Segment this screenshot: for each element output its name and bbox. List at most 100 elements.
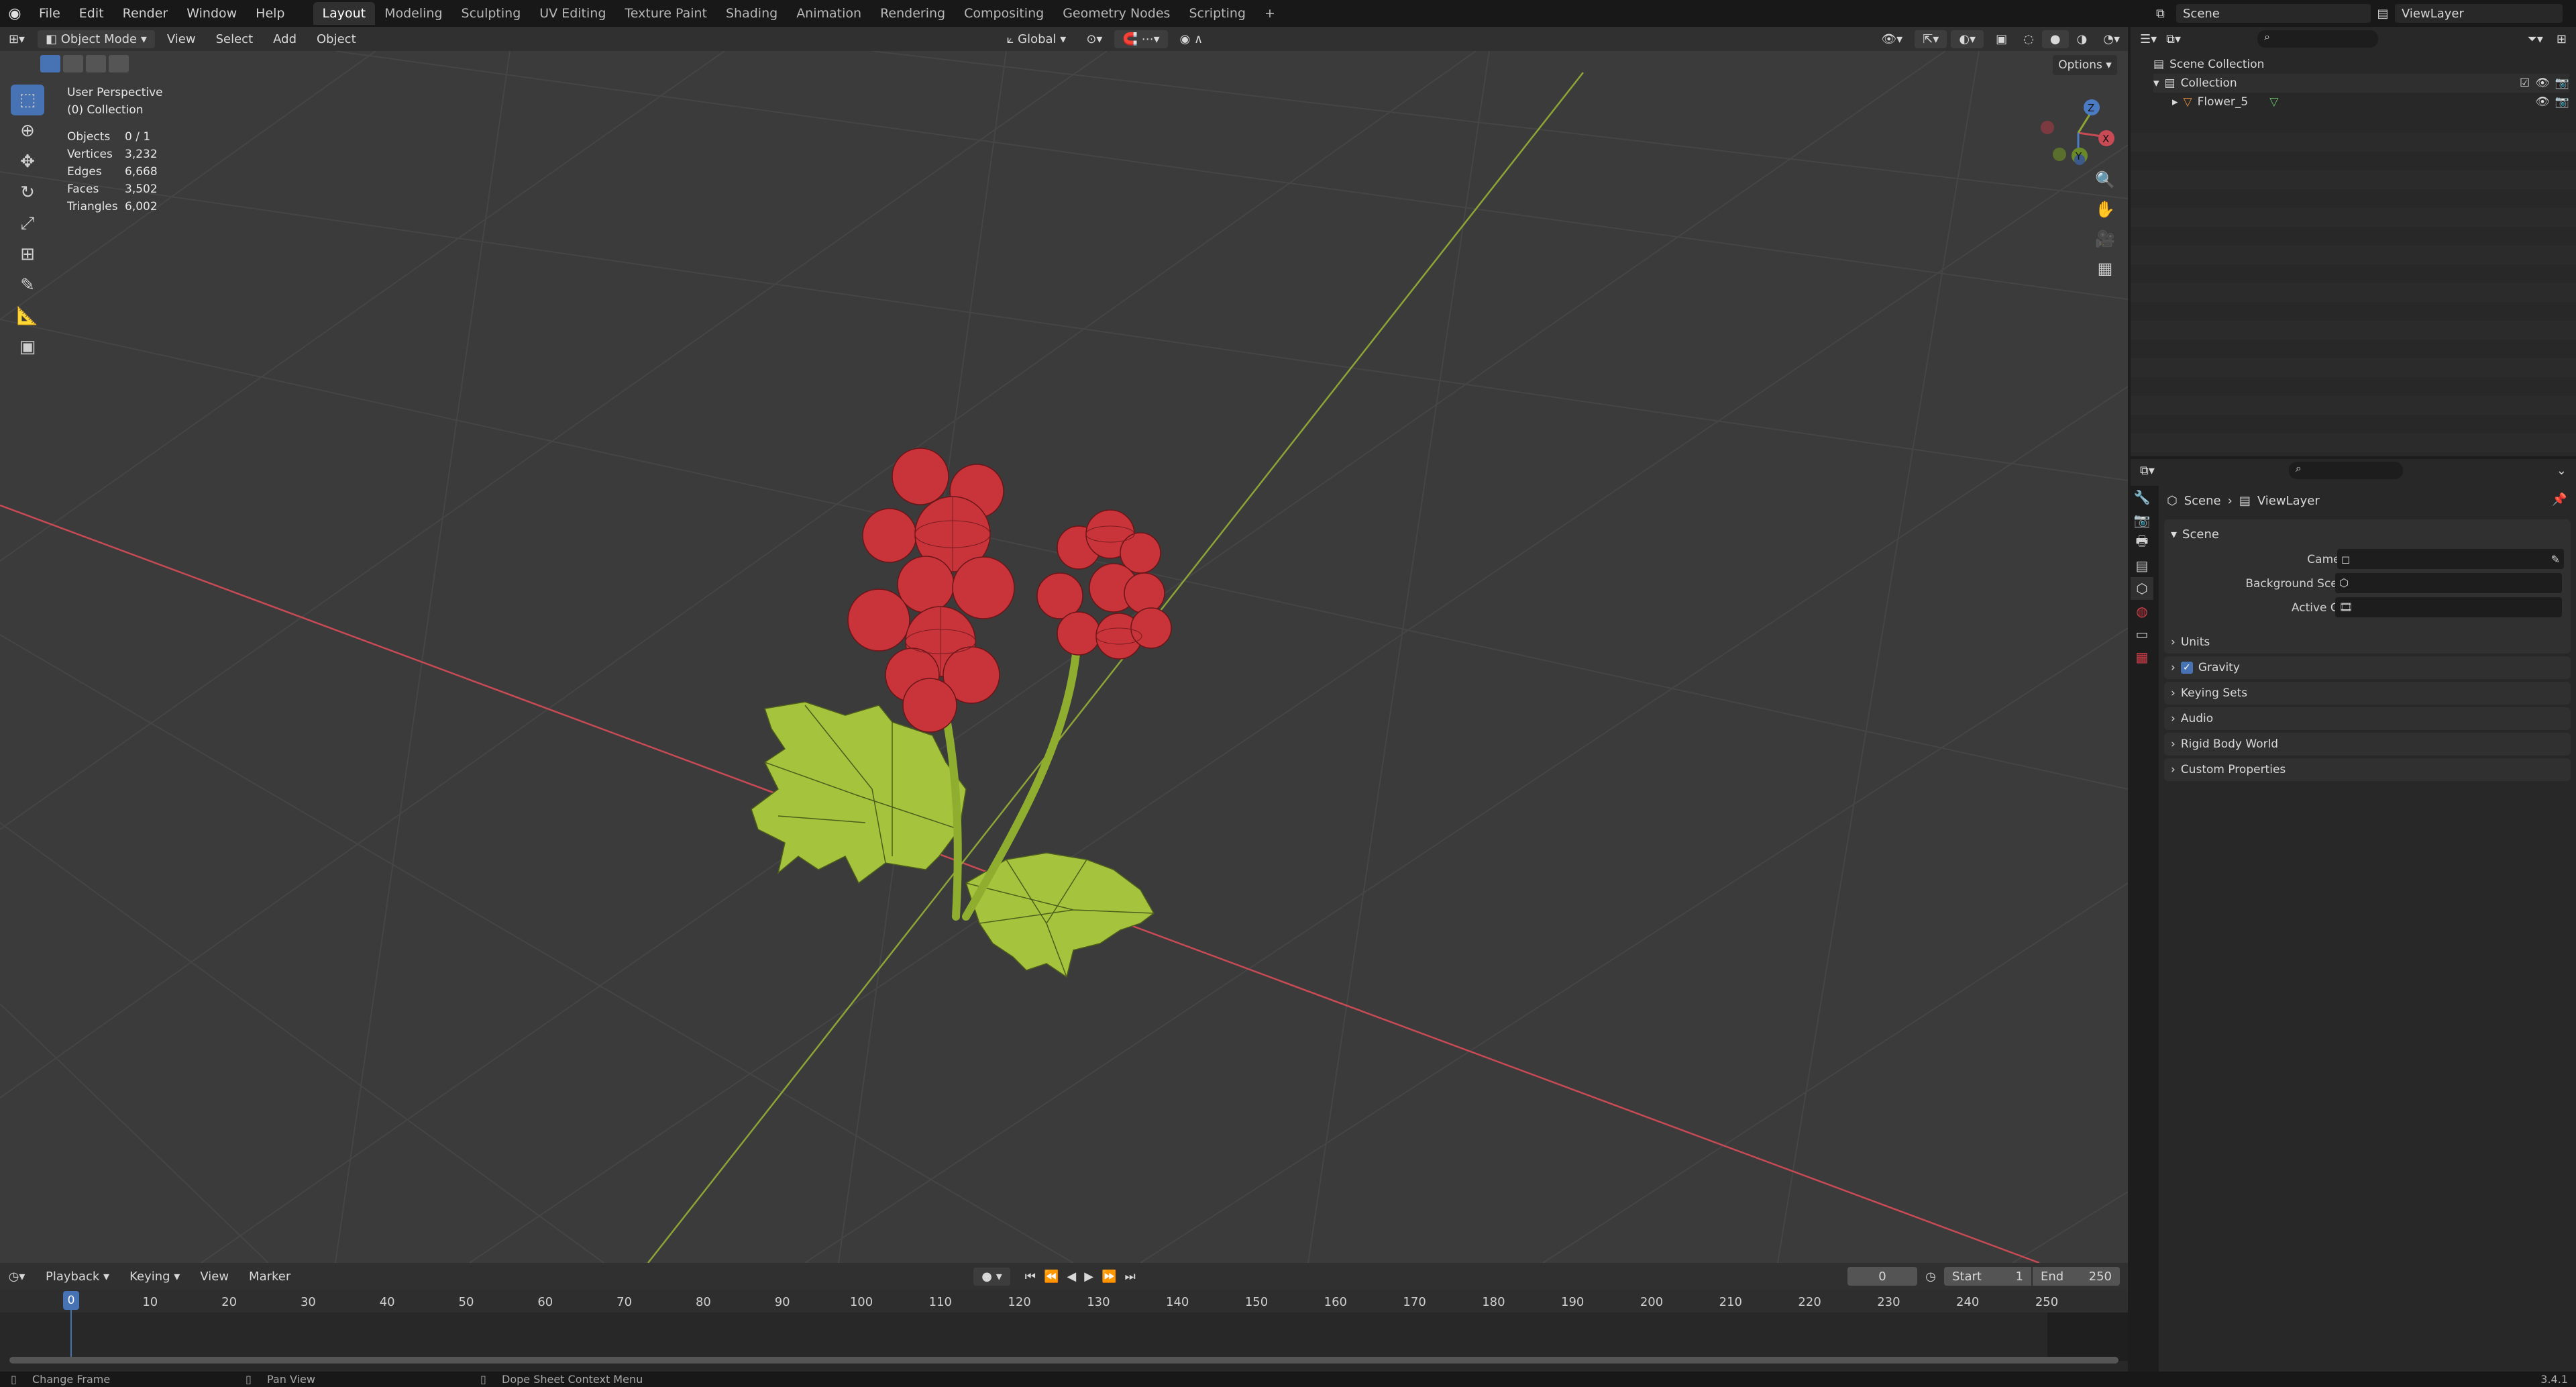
shading-material-icon[interactable]: ◑ — [2069, 30, 2096, 48]
tab-compositing[interactable]: Compositing — [955, 2, 1053, 25]
menu-keying[interactable]: Keying ▾ — [121, 1268, 188, 1286]
frame-ruler[interactable]: 10 20 30 40 50 60 70 80 90 100 110 120 130 140 150 160 1… — [0, 1290, 2128, 1313]
render-tab-icon[interactable]: 📷 — [2131, 509, 2153, 531]
select-extend-icon[interactable] — [63, 55, 83, 72]
gravity-checkbox[interactable]: ✓ — [2180, 662, 2193, 674]
zoom-icon[interactable]: 🔍 — [2090, 165, 2120, 195]
properties-search-input[interactable]: ⌕ — [2288, 462, 2403, 479]
scene-panel-header[interactable]: ▾ Scene — [2171, 522, 2219, 546]
timeline-scrollbar[interactable] — [9, 1357, 2118, 1364]
record-icon[interactable]: ● ▾ — [973, 1267, 1010, 1286]
camera-view-icon[interactable]: 🎥 — [2090, 224, 2120, 254]
view-layer-tab-icon[interactable]: ▤ — [2131, 554, 2153, 577]
menu-view[interactable]: View — [159, 30, 204, 48]
section-audio[interactable]: › Audio — [2164, 707, 2571, 730]
menu-playback[interactable]: Playback ▾ — [38, 1268, 117, 1286]
menu-timeline-view[interactable]: View — [192, 1268, 237, 1286]
rotate-tool-icon[interactable]: ↻ — [11, 177, 44, 208]
move-tool-icon[interactable]: ✥ — [11, 146, 44, 177]
section-gravity[interactable]: › ✓ Gravity — [2164, 656, 2571, 679]
menu-marker[interactable]: Marker — [241, 1268, 299, 1286]
snap-icon[interactable]: 🧲 ⋯▾ — [1114, 30, 1168, 48]
clock-icon[interactable]: ◷ — [1917, 1270, 1944, 1284]
jump-keyframe-forward-icon[interactable]: ⏩ — [1097, 1268, 1120, 1286]
gizmo-toggle-icon[interactable]: ⇱▾ — [1915, 30, 1947, 48]
output-tab-icon[interactable]: 🖶 — [2131, 531, 2153, 554]
outliner-row-flower[interactable]: ▸ ▽ Flower_5 ▽ 👁 📷 — [2153, 93, 2569, 111]
select-subtract-icon[interactable] — [86, 55, 106, 72]
eyedropper-icon[interactable]: ✎ — [2551, 553, 2560, 566]
proportional-edit-icon[interactable]: ◉ ∧ — [1172, 30, 1212, 48]
outliner-row-scene-collection[interactable]: ▤ Scene Collection — [2153, 55, 2264, 74]
jump-keyframe-back-icon[interactable]: ⏪ — [1040, 1268, 1063, 1286]
play-reverse-icon[interactable]: ◀ — [1063, 1268, 1080, 1286]
properties-editor-type-icon[interactable]: ⧉▾ — [2140, 464, 2155, 478]
jump-start-icon[interactable]: ⏮ — [1021, 1268, 1040, 1286]
collection-tab-icon[interactable]: ▭ — [2131, 623, 2153, 646]
menu-window[interactable]: Window — [177, 6, 246, 21]
visibility-icon[interactable]: 👁▾ — [1873, 30, 1911, 48]
blender-logo-icon[interactable]: ◉ — [0, 5, 30, 22]
scene-selector[interactable]: Scene — [2176, 4, 2371, 23]
ortho-grid-icon[interactable]: ▦ — [2090, 254, 2120, 283]
current-frame-field[interactable]: 0 — [1847, 1267, 1917, 1286]
menu-render[interactable]: Render — [113, 6, 178, 21]
pivot-icon[interactable]: ⊙▾ — [1078, 30, 1110, 48]
expand-icon[interactable]: ▾ — [2153, 76, 2159, 90]
shading-solid-icon[interactable]: ● — [2041, 30, 2069, 48]
checkbox-icon[interactable]: ☑ — [2520, 76, 2530, 90]
measure-tool-icon[interactable]: 📐 — [11, 301, 44, 331]
section-custom-properties[interactable]: › Custom Properties — [2164, 758, 2571, 781]
view-layer-selector[interactable]: ViewLayer — [2395, 4, 2563, 23]
overlay-toggle-icon[interactable]: ◐▾ — [1951, 30, 1984, 48]
active-clip-field[interactable]: 🎞 — [2335, 597, 2562, 617]
outliner-editor-type-icon[interactable]: ☰▾ — [2140, 32, 2157, 46]
tab-shading[interactable]: Shading — [716, 2, 787, 25]
tab-modeling[interactable]: Modeling — [375, 2, 451, 25]
end-frame-field[interactable]: End 250 — [2033, 1267, 2120, 1286]
flower-model[interactable] — [751, 448, 1172, 978]
navigation-gizmo[interactable]: X Z Y — [2026, 85, 2127, 172]
pan-hand-icon[interactable]: ✋ — [2090, 195, 2120, 224]
menu-select[interactable]: Select — [208, 30, 262, 48]
tab-sculpting[interactable]: Sculpting — [452, 2, 531, 25]
selection-mode-buttons[interactable] — [40, 55, 134, 72]
start-frame-field[interactable]: Start 1 — [1944, 1267, 2031, 1286]
tab-uv-editing[interactable]: UV Editing — [530, 2, 615, 25]
section-units[interactable]: › Units — [2164, 631, 2571, 654]
display-mode-icon[interactable]: ⧉▾ — [2166, 32, 2181, 46]
world-tab-icon[interactable]: ◍ — [2131, 600, 2153, 623]
select-intersect-icon[interactable] — [109, 55, 129, 72]
menu-add[interactable]: Add — [265, 30, 305, 48]
add-cube-tool-icon[interactable]: ▣ — [11, 331, 44, 362]
tab-rendering[interactable]: Rendering — [871, 2, 955, 25]
play-icon[interactable]: ▶ — [1080, 1268, 1097, 1286]
tab-geometry-nodes[interactable]: Geometry Nodes — [1053, 2, 1179, 25]
select-new-icon[interactable] — [40, 55, 60, 72]
filter-icon[interactable]: ⏷▾ — [2527, 32, 2542, 46]
eye-icon[interactable]: 👁 — [2535, 76, 2550, 90]
new-collection-icon[interactable]: ⊞ — [2557, 32, 2567, 46]
outliner-search-input[interactable]: ⌕ — [2257, 30, 2379, 48]
annotate-tool-icon[interactable]: ✎ — [11, 270, 44, 301]
camera-icon[interactable]: 📷 — [2555, 76, 2569, 90]
transform-orientation-dropdown[interactable]: ⟀ Global ▾ — [999, 30, 1075, 48]
tab-texture-paint[interactable]: Texture Paint — [615, 2, 716, 25]
options-button[interactable]: Options ▾ — [2053, 55, 2117, 75]
editor-type-icon[interactable]: ⊞▾ — [0, 32, 34, 46]
add-workspace-button[interactable]: + — [1255, 2, 1285, 25]
menu-help[interactable]: Help — [246, 6, 294, 21]
camera-icon[interactable]: 📷 — [2555, 95, 2569, 109]
section-keying-sets[interactable]: › Keying Sets — [2164, 682, 2571, 705]
xray-icon[interactable]: ▣ — [1988, 30, 2015, 48]
texture-tab-icon[interactable]: ▦ — [2131, 646, 2153, 668]
shading-rendered-icon[interactable]: ◔▾ — [2095, 30, 2128, 48]
eye-icon[interactable]: 👁 — [2535, 95, 2550, 109]
mode-dropdown[interactable]: ◧ Object Mode ▾ — [38, 30, 155, 48]
timeline-editor-type-icon[interactable]: ◷▾ — [0, 1270, 34, 1284]
transform-tool-icon[interactable]: ⊞ — [11, 239, 44, 270]
menu-file[interactable]: File — [30, 6, 70, 21]
properties-options-icon[interactable]: ⌄ — [2557, 464, 2567, 478]
tab-layout[interactable]: Layout — [313, 2, 376, 25]
background-scene-field[interactable]: ⬡ — [2335, 573, 2562, 593]
